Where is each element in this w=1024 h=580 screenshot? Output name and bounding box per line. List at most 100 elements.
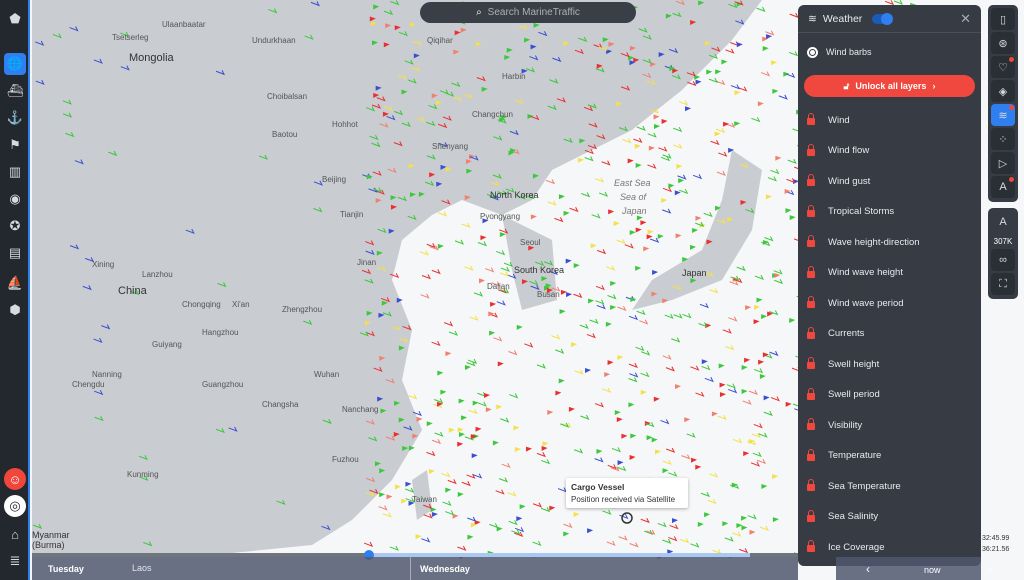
map-label-city: Taiwan [412, 495, 437, 504]
fleet-icon[interactable]: ⛵ [4, 272, 26, 294]
user-alert-icon[interactable]: ☺ [4, 468, 26, 490]
map-label-country: South Korea [514, 265, 565, 275]
lock-icon [807, 113, 815, 126]
database-icon[interactable]: ≣ [4, 550, 26, 572]
timeline-controls: ‹ now › [836, 557, 992, 580]
badge-dot [1009, 57, 1014, 62]
buildings-icon[interactable]: ▥ [4, 161, 26, 183]
weather-button[interactable]: ≋ [991, 104, 1015, 126]
map-label-city: Tsetserleg [112, 33, 149, 42]
tooltip-title: Cargo Vessel [571, 482, 625, 492]
lock-icon [807, 326, 815, 339]
panel-title: Weather [822, 12, 863, 25]
prev-button[interactable]: ‹ [866, 562, 870, 576]
next-button[interactable]: › [988, 562, 992, 576]
play-button[interactable]: ▷ [991, 152, 1015, 174]
search-bar[interactable]: ⌕ Search MarineTraffic [420, 2, 636, 23]
layer-item[interactable]: Currents [798, 319, 981, 350]
map-label-city: Busan [537, 290, 560, 299]
vessel-count-icon: A [999, 216, 1007, 228]
signal-icon[interactable]: ◉ [4, 188, 26, 210]
weather-toggle[interactable] [872, 12, 894, 25]
layer-item[interactable]: Wind flow [798, 136, 981, 167]
layer-label: Wind [828, 114, 850, 126]
unlock-all-layers-button[interactable]: 🔓︎ Unlock all layers › [804, 75, 975, 97]
infinity-button[interactable]: ∞ [991, 249, 1015, 271]
layer-label: Wave height-direction [828, 236, 920, 248]
wind-icon: ≋ [808, 12, 817, 25]
weather-panel: ≋ Weather ✕ Wind barbs 🔓︎ Unlock all lay… [798, 5, 981, 566]
search-placeholder: Search MarineTraffic [487, 7, 580, 18]
favorites-button[interactable]: ♡ [991, 56, 1015, 78]
measure-button[interactable]: A [991, 176, 1015, 198]
density-button[interactable]: ⁘ [991, 128, 1015, 150]
map-label-city: Guangzhou [202, 380, 244, 389]
layer-item[interactable]: Wave height-direction [798, 227, 981, 258]
map-label-city: Wuhan [314, 370, 340, 379]
layer-item[interactable]: Wind gust [798, 166, 981, 197]
map-label-city: Qiqihar [427, 36, 453, 45]
box-icon[interactable]: ⬢ [4, 299, 26, 321]
lock-icon [807, 357, 815, 370]
map-icon[interactable]: 🌐 [4, 53, 26, 75]
map-label-city: Xining [92, 260, 115, 269]
ports-icon[interactable]: ⚓ [4, 107, 26, 129]
map-label-city: Pyongyang [480, 212, 521, 221]
map-label-sea: Sea of [620, 192, 647, 202]
map-label-city: Shenyang [432, 142, 469, 151]
layer-item[interactable]: Swell height [798, 349, 981, 380]
layer-label: Wind flow [828, 145, 870, 157]
map-label-country: Japan [682, 268, 707, 278]
dashboard-icon[interactable]: ▤ [4, 242, 26, 264]
layer-label: Currents [828, 328, 865, 340]
map-label-city: Baotou [272, 130, 298, 139]
layers-stack-button[interactable]: ◈ [991, 80, 1015, 102]
map-label-city: Hangzhou [202, 328, 239, 337]
lock-icon [807, 235, 815, 248]
layer-item[interactable]: Temperature [798, 441, 981, 472]
map-label-city: Choibalsan [267, 92, 308, 101]
layer-item[interactable]: Visibility [798, 410, 981, 441]
radio-selected-icon[interactable] [807, 46, 818, 58]
map-label-city: Tianjin [340, 210, 364, 219]
account-icon[interactable]: ◎ [4, 495, 26, 517]
layer-label: Visibility [828, 419, 863, 431]
map-label-city: Dalian [487, 282, 510, 291]
map-label-city: Harbin [502, 72, 526, 81]
layer-item[interactable]: Tropical Storms [798, 197, 981, 228]
layer-item[interactable]: Wind wave height [798, 258, 981, 289]
close-icon[interactable]: ✕ [960, 11, 971, 27]
layer-item[interactable]: Wind [798, 105, 981, 136]
map-label-city: Changchun [472, 110, 513, 119]
layer-item[interactable]: Wind wave period [798, 288, 981, 319]
left-sidebar: ⬟ 🌐 ⛴ ⚓ ⚑ ▥ ◉ ✪ ▤ ⛵ ⬢ ☺ ◎ ⌂ ≣ [0, 0, 30, 580]
layer-label: Swell height [828, 358, 880, 370]
badge-dot [1009, 105, 1014, 110]
lock-icon [807, 204, 815, 217]
fullscreen-button[interactable]: ⛶ [991, 273, 1015, 295]
map-label-country: China [118, 285, 147, 297]
star-icon[interactable]: ✪ [4, 215, 26, 237]
layer-item[interactable]: Swell period [798, 380, 981, 411]
lock-icon [807, 265, 815, 278]
now-button[interactable]: now [924, 565, 941, 575]
map-label-country: Mongolia [129, 52, 174, 64]
map-label-city: Nanning [92, 370, 122, 379]
map-label-country: Myanmar (Burma) [32, 530, 70, 550]
layer-label: Wind gust [828, 175, 871, 187]
map-label-city: Jinan [357, 258, 377, 267]
map-label-city: Ulaanbaatar [162, 20, 206, 29]
filters-button[interactable]: ⊛ [991, 32, 1015, 54]
map-label-country: North Korea [490, 190, 539, 200]
layers-stack-icon: ◈ [998, 85, 1008, 98]
layer-item[interactable]: Sea Temperature [798, 471, 981, 502]
unlock-label: Unlock all layers [855, 81, 927, 91]
vessels-icon[interactable]: ⛴ [4, 80, 26, 102]
wind-barbs-option[interactable]: Wind barbs [798, 33, 981, 71]
layer-item[interactable]: Sea Salinity [798, 502, 981, 533]
lighthouse-icon[interactable]: ⚑ [4, 134, 26, 156]
lock-icon [807, 387, 815, 400]
tag-icon[interactable]: ⌂ [4, 523, 26, 545]
logo-icon[interactable]: ⬟ [4, 8, 26, 30]
map-layers-button[interactable]: ▯ [991, 8, 1015, 30]
